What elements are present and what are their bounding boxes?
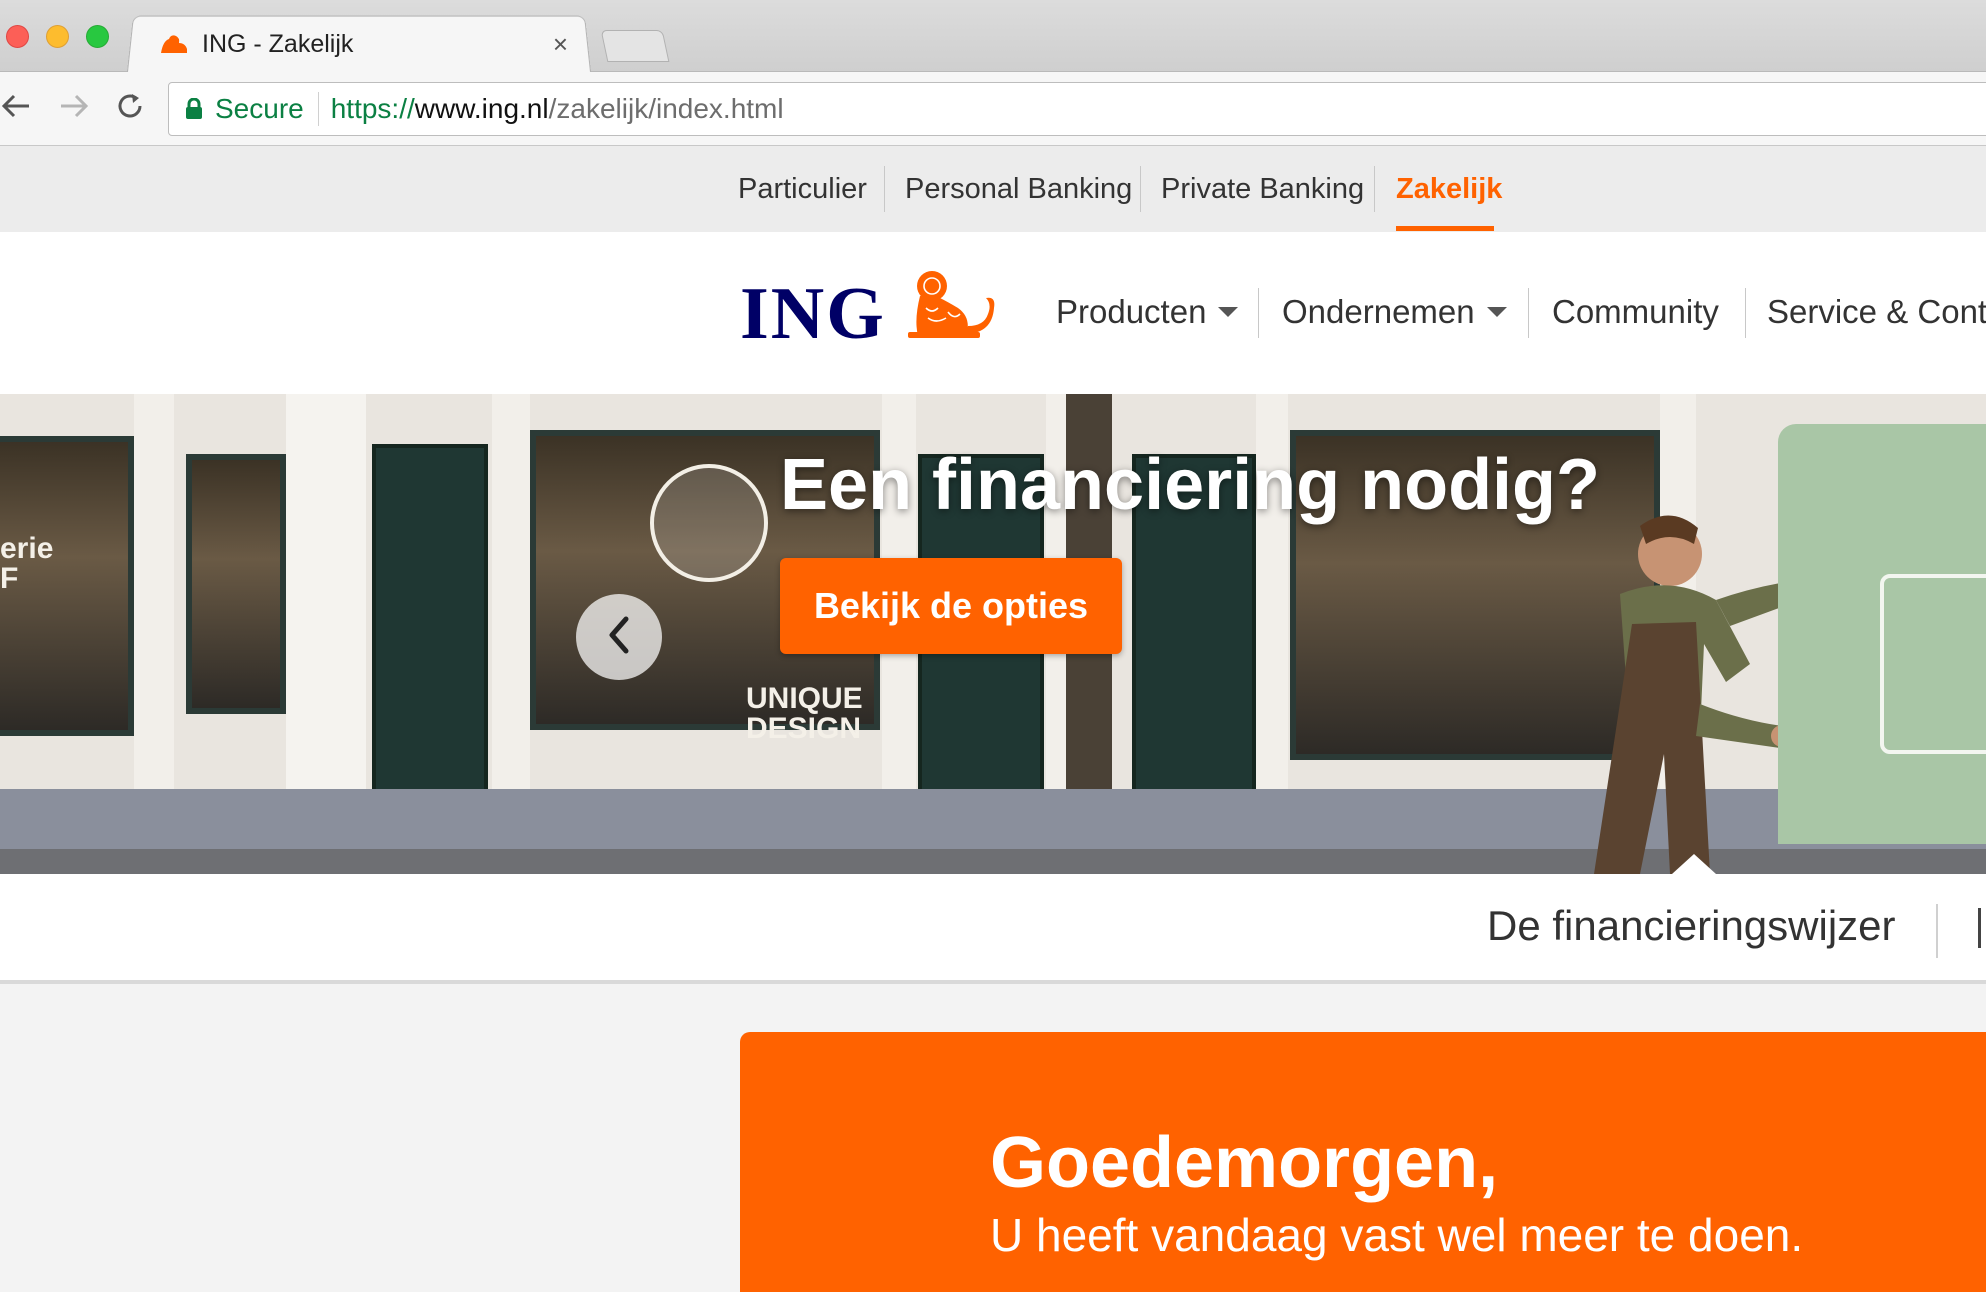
greeting-card: Goedemorgen, U heeft vandaag vast wel me… [740, 1032, 1986, 1292]
menu-community[interactable]: Community [1552, 284, 1719, 340]
food-cart-decoration [1880, 574, 1986, 754]
greeting-title: Goedemorgen, [990, 1123, 1499, 1203]
chevron-left-icon [604, 615, 634, 660]
segment-divider [1140, 166, 1141, 212]
active-segment-indicator [1396, 226, 1494, 231]
browser-tab-content[interactable]: ING - Zakelijk × [130, 15, 588, 73]
hero-banner: erie F UNIQUE DESIGN Een financiering no… [0, 394, 1986, 874]
chevron-down-icon [1218, 307, 1239, 317]
shop-sign-text: erie F [0, 532, 54, 595]
url-text[interactable]: https://www.ing.nl/zakelijk/index.html [331, 93, 784, 125]
address-bar[interactable]: Secure https://www.ing.nl/zakelijk/index… [168, 82, 1986, 136]
next-tab-partial[interactable] [1978, 908, 1986, 948]
tab-close-icon[interactable]: × [553, 29, 568, 60]
hero-background [186, 454, 286, 714]
segment-zakelijk[interactable]: Zakelijk [1396, 146, 1502, 232]
forward-arrow-icon[interactable] [54, 86, 94, 126]
address-divider [317, 92, 319, 126]
carousel-tabs: De financieringswijzer [0, 854, 1986, 984]
shop-sign-text: UNIQUE DESIGN [746, 682, 863, 745]
hero-cta-button[interactable]: Bekijk de opties [780, 558, 1122, 654]
menu-producten-label: Producten [1056, 293, 1207, 330]
segment-nav: Particulier Personal Banking Private Ban… [0, 146, 1986, 232]
window-maximize-button[interactable] [86, 25, 109, 48]
ing-lion-logo-icon[interactable] [902, 268, 1002, 340]
url-path: /zakelijk/index.html [548, 93, 784, 124]
chevron-down-icon [1486, 307, 1507, 317]
browser-toolbar: Secure https://www.ing.nl/zakelijk/index… [0, 72, 1986, 146]
menu-service-contact[interactable]: Service & Conta [1767, 284, 1986, 340]
menu-ondernemen[interactable]: Ondernemen [1282, 284, 1507, 340]
reload-icon[interactable] [110, 86, 150, 126]
carousel-prev-button[interactable] [576, 594, 662, 680]
segment-particulier[interactable]: Particulier [738, 146, 867, 232]
secure-label: Secure [215, 93, 304, 124]
window-minimize-button[interactable] [46, 25, 69, 48]
menu-divider [1528, 288, 1529, 338]
tab-financieringswijzer[interactable]: De financieringswijzer [1487, 902, 1896, 950]
person-illustration [1520, 504, 1800, 874]
lock-icon [185, 97, 203, 120]
back-arrow-icon[interactable] [0, 86, 36, 126]
browser-tab-bar: ING - Zakelijk × [0, 0, 1986, 74]
segment-divider [1374, 166, 1375, 212]
ing-lion-favicon-icon [158, 32, 190, 56]
menu-divider [1745, 288, 1746, 338]
new-tab-button[interactable] [600, 30, 670, 62]
active-tab-pointer [1672, 854, 1716, 874]
menu-ondernemen-label: Ondernemen [1282, 293, 1475, 330]
menu-divider [1258, 288, 1259, 338]
window-close-button[interactable] [6, 25, 29, 48]
greeting-subtitle: U heeft vandaag vast wel meer te doen. [990, 1209, 1804, 1261]
url-host: www.ing.nl [414, 93, 549, 124]
url-scheme: https:// [330, 93, 415, 124]
menu-producten[interactable]: Producten [1056, 284, 1239, 340]
hero-title: Een financiering nodig? [780, 445, 1601, 525]
tab-title: ING - Zakelijk [202, 29, 354, 58]
hero-background [372, 444, 488, 824]
tab-divider [1936, 904, 1938, 958]
shop-logo-decoration [650, 464, 768, 582]
page-content: Goedemorgen, U heeft vandaag vast wel me… [0, 988, 1986, 1292]
segment-private-banking[interactable]: Private Banking [1161, 146, 1364, 232]
segment-divider [884, 166, 885, 212]
ing-logo[interactable]: ING [740, 272, 886, 357]
site-header: ING Producten Ondernemen Community Servi… [0, 232, 1986, 394]
segment-personal-banking[interactable]: Personal Banking [905, 146, 1132, 232]
